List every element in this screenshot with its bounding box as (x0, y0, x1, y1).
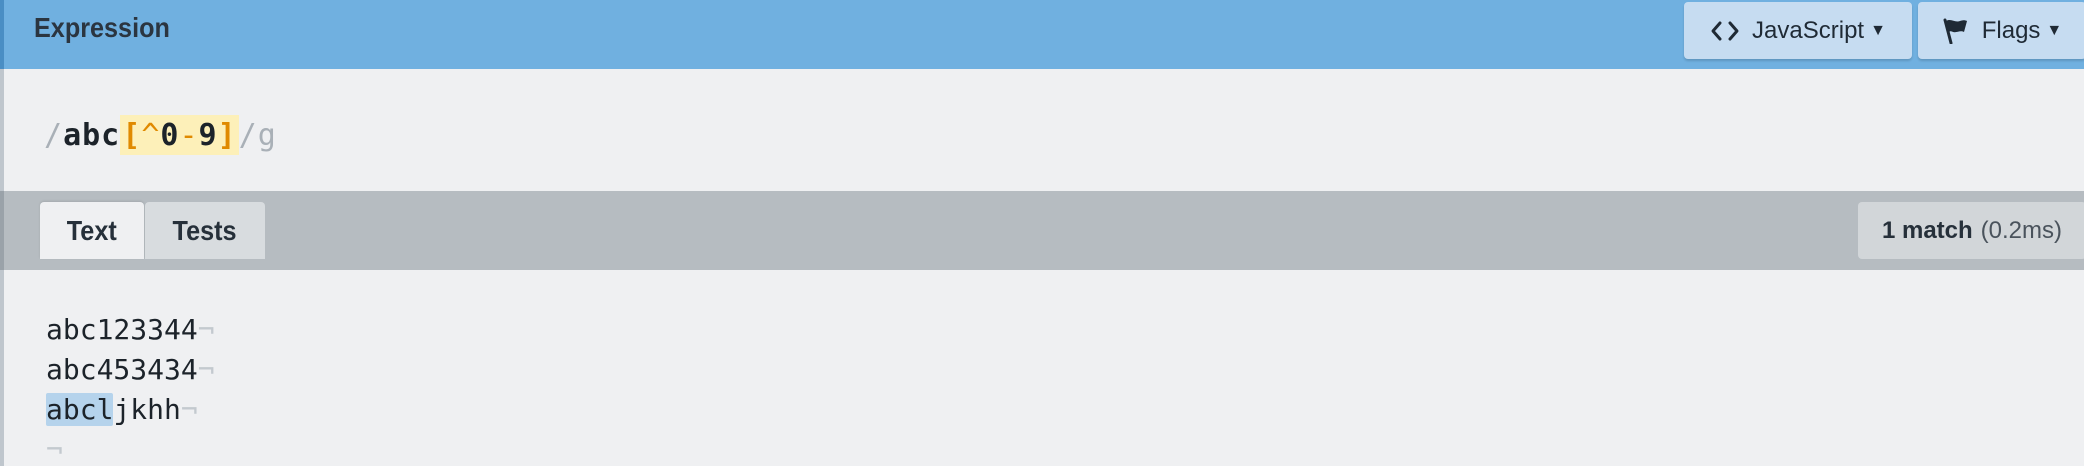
newline-marker: ¬ (46, 433, 63, 466)
text-line: ¬ (46, 430, 215, 466)
test-text-editor[interactable]: abc123344¬ abc453434¬ abcljkhh¬ ¬ (0, 270, 2084, 466)
tab-tests-label: Tests (173, 214, 237, 246)
range-end: 9 (198, 117, 218, 153)
text-line-content: abc123344 (46, 313, 198, 346)
flags-button[interactable]: Flags ▼ (1918, 2, 2084, 59)
flags-button-label: Flags (1981, 16, 2041, 44)
match-highlight: abcl (46, 393, 114, 426)
newline-marker: ¬ (180, 393, 198, 426)
flag-icon (1942, 18, 1970, 44)
expression-flags: g (257, 117, 277, 153)
tab-text[interactable]: Text (40, 202, 144, 259)
newline-marker: ¬ (197, 313, 215, 346)
expression-open-delimiter: / (44, 117, 64, 153)
match-status-badge: 1 match (0.2ms) (1858, 202, 2084, 259)
text-line: abcljkhh¬ (46, 390, 215, 430)
expression-input[interactable]: / abc [ ^ 0 - 9 ] / g (44, 114, 277, 156)
text-line-content: jkhh (113, 393, 181, 426)
expression-title: Expression (34, 12, 170, 43)
expression-literal: abc (63, 117, 121, 153)
language-button-label: JavaScript (1752, 16, 1865, 44)
range-start: 0 (160, 117, 180, 153)
chevron-down-icon: ▼ (1870, 21, 1886, 39)
language-button[interactable]: JavaScript ▼ (1684, 2, 1912, 59)
match-count: 1 match (1881, 216, 1973, 244)
range-operator: - (179, 117, 199, 153)
character-set: [ ^ 0 - 9 ] (120, 115, 239, 155)
expression-close-delimiter: / (238, 117, 258, 153)
character-set-open: [ (122, 117, 142, 153)
character-set-negation: ^ (141, 117, 161, 153)
character-set-close: ] (217, 117, 237, 153)
match-time: (0.2ms) (1980, 216, 2063, 244)
text-tab-bar: Text Tests 1 match (0.2ms) (0, 191, 2084, 270)
expression-header: Expression JavaScript ▼ Flags ▼ (0, 0, 2084, 69)
chevron-down-icon: ▼ (2046, 21, 2063, 39)
tab-tests[interactable]: Tests (145, 202, 265, 259)
test-text-lines[interactable]: abc123344¬ abc453434¬ abcljkhh¬ ¬ (46, 310, 215, 466)
tab-text-label: Text (67, 214, 117, 246)
text-line: abc123344¬ (46, 310, 215, 350)
text-line: abc453434¬ (46, 350, 215, 390)
newline-marker: ¬ (197, 353, 215, 386)
expression-editor[interactable]: / abc [ ^ 0 - 9 ] / g (0, 69, 2084, 191)
code-brackets-icon (1710, 20, 1740, 42)
text-line-content: abc453434 (46, 353, 198, 386)
